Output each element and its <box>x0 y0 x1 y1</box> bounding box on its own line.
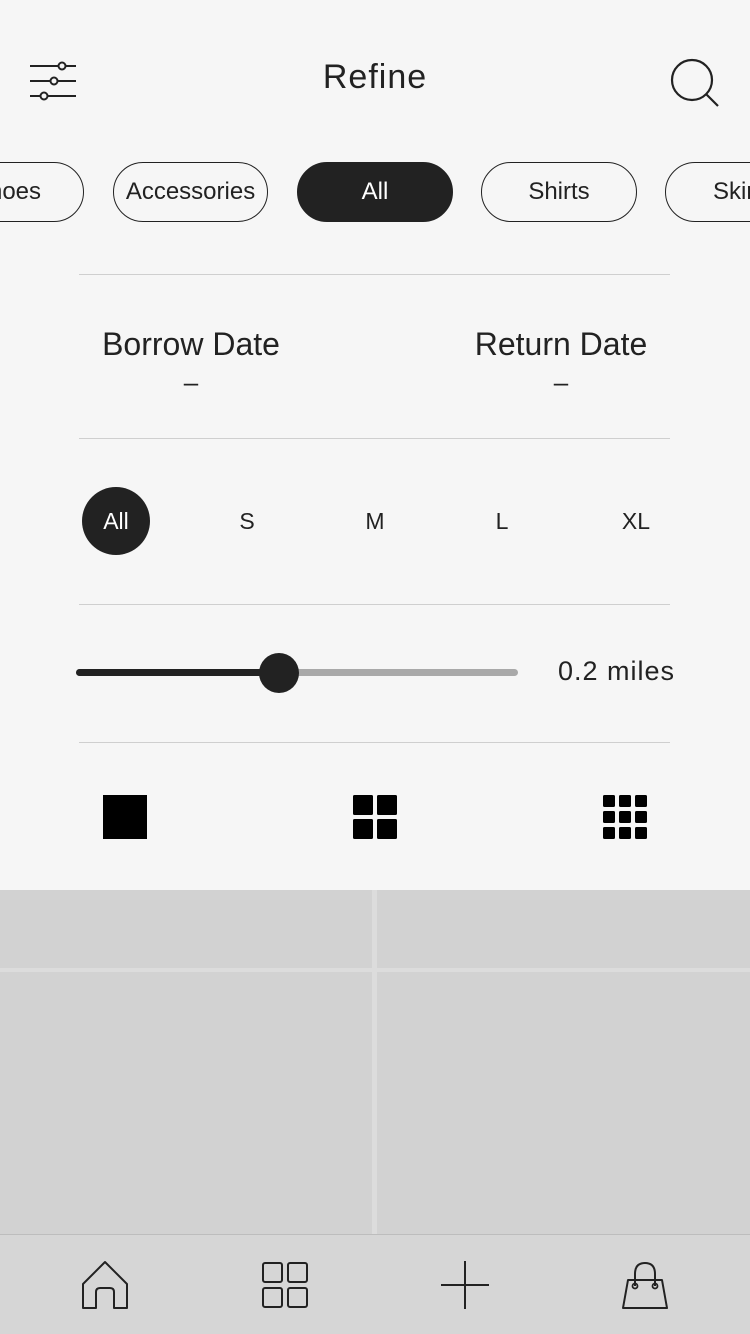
tab-home[interactable] <box>78 1258 132 1312</box>
search-button[interactable] <box>668 58 722 110</box>
shopping-bag-icon <box>622 1261 668 1309</box>
chip-shirts[interactable]: Shirts <box>481 162 637 222</box>
chip-shoes[interactable]: Shoes <box>0 162 84 222</box>
size-s[interactable]: S <box>213 487 281 555</box>
grid-2x2-icon <box>353 795 397 839</box>
divider <box>79 274 670 275</box>
layout-single-button[interactable] <box>102 794 148 840</box>
borrow-date-value: – <box>183 367 199 397</box>
category-chips: Shoes Accessories All Shirts Skirts <box>0 162 750 226</box>
borrow-date-label: Borrow Date <box>102 326 280 362</box>
tab-add[interactable] <box>438 1258 492 1312</box>
divider <box>79 742 670 743</box>
distance-value: 0.2 miles <box>557 656 675 686</box>
grid-divider-horizontal <box>0 968 750 972</box>
size-all[interactable]: All <box>82 487 150 555</box>
return-date-picker[interactable]: Return Date – <box>450 326 672 398</box>
return-date-value: – <box>553 367 569 397</box>
plus-icon <box>441 1261 489 1309</box>
layout-3x3-button[interactable] <box>602 794 648 840</box>
search-icon <box>670 58 719 107</box>
tab-browse[interactable] <box>258 1258 312 1312</box>
distance-slider-handle[interactable] <box>259 653 300 693</box>
tab-bag[interactable] <box>618 1258 672 1312</box>
divider <box>79 604 670 605</box>
distance-slider-fill <box>76 669 280 676</box>
layout-2x2-button[interactable] <box>352 794 398 840</box>
single-square-icon <box>103 795 147 839</box>
chip-skirts[interactable]: Skirts <box>665 162 750 222</box>
divider <box>79 438 670 439</box>
grid-divider-vertical <box>372 890 377 1234</box>
page-title: Refine <box>322 58 428 96</box>
size-l[interactable]: L <box>468 487 536 555</box>
borrow-date-picker[interactable]: Borrow Date – <box>80 326 302 398</box>
return-date-label: Return Date <box>474 326 648 362</box>
size-m[interactable]: M <box>341 487 409 555</box>
grid-3x3-icon <box>603 795 647 839</box>
size-xl[interactable]: XL <box>602 487 670 555</box>
chip-accessories[interactable]: Accessories <box>113 162 268 222</box>
home-icon <box>82 1261 128 1309</box>
chip-all[interactable]: All <box>297 162 453 222</box>
grid-icon <box>262 1262 308 1308</box>
